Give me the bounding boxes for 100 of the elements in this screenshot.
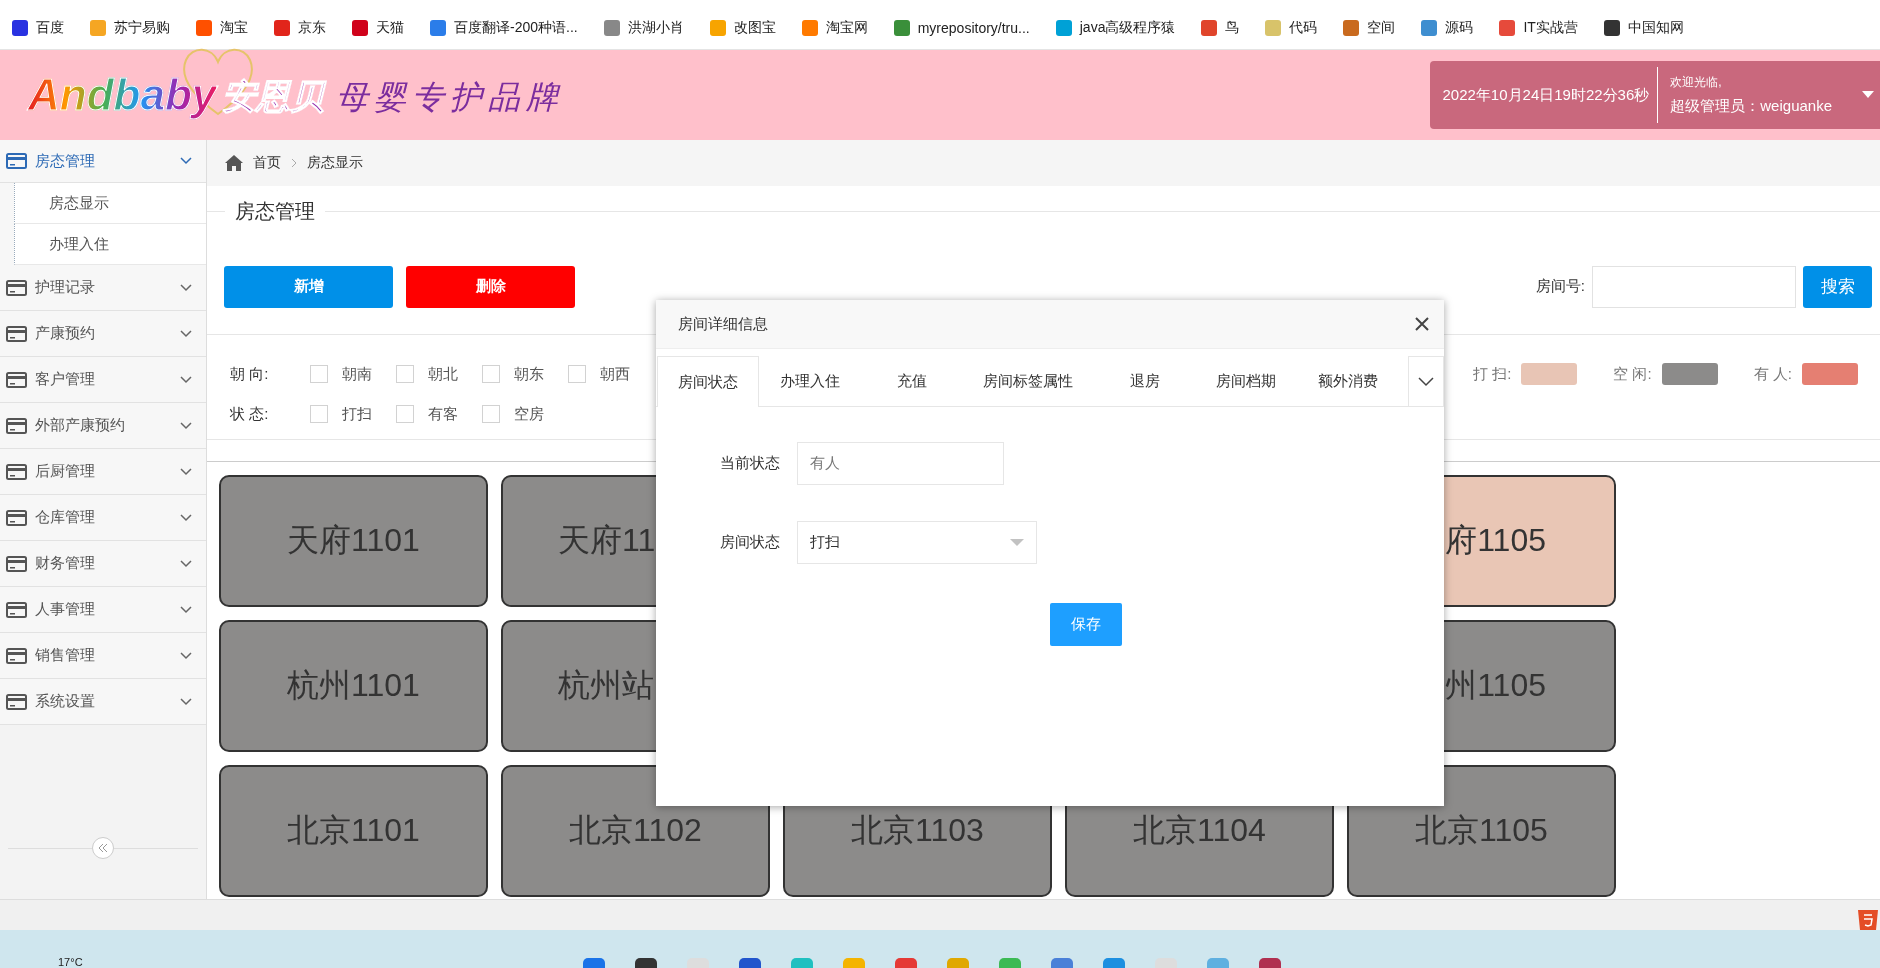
double-chevron-left-icon (98, 844, 108, 852)
sidebar-item[interactable]: 后厨管理 (0, 449, 206, 495)
room-tile[interactable]: 天府1101 (219, 475, 488, 607)
tab[interactable]: 充值 (861, 356, 962, 406)
sidebar-label: 后厨管理 (35, 462, 95, 481)
sidebar-item[interactable]: 系统设置 (0, 679, 206, 725)
sidebar-item[interactable]: 产康预约 (0, 311, 206, 357)
status-select[interactable]: 打扫 (797, 521, 1037, 564)
bookmark-link[interactable]: IT实战营 (1499, 18, 1578, 37)
page-title: 房态管理 (234, 198, 316, 224)
bookmark-link[interactable]: 淘宝网 (801, 18, 868, 37)
sidebar-item[interactable]: 客户管理 (0, 357, 206, 403)
legend-label: 打 扫: (1472, 364, 1512, 384)
datetime: 2022年10月24日19时22分36秒 (1442, 85, 1651, 105)
sidebar-label: 系统设置 (35, 692, 95, 711)
tab[interactable]: 房间标签属性 (962, 356, 1094, 406)
chevron-down-icon (180, 157, 192, 165)
sidebar-label: 人事管理 (35, 600, 95, 619)
sidebar-label: 仓库管理 (35, 508, 95, 527)
taskbar-app-icon[interactable] (738, 958, 761, 968)
card-icon (6, 601, 27, 618)
room-tile[interactable]: 北京1101 (219, 765, 488, 897)
sidebar-item[interactable]: 人事管理 (0, 587, 206, 633)
checkbox[interactable] (396, 365, 414, 383)
sidebar-item[interactable]: 销售管理 (0, 633, 206, 679)
checkbox-label[interactable]: 朝东 (514, 364, 544, 384)
caret-icon[interactable] (1862, 91, 1874, 99)
breadcrumb-current: 房态显示 (307, 154, 363, 172)
bookmark-link[interactable]: 源码 (1421, 18, 1474, 37)
sidebar-item[interactable]: 财务管理 (0, 541, 206, 587)
slogan: 母婴专护品牌 (336, 77, 565, 118)
checkbox[interactable] (310, 405, 328, 423)
bookmark-link[interactable]: 中国知网 (1603, 18, 1684, 37)
tab[interactable]: 房间档期 (1195, 356, 1297, 406)
dialog-title: 房间详细信息 (678, 314, 768, 334)
sidebar-subitem[interactable]: 房态显示 (14, 183, 206, 224)
bookmark-link[interactable]: java高级程序猿 (1055, 18, 1176, 37)
breadcrumb-link[interactable]: 首页 (253, 154, 281, 172)
checkbox-label[interactable]: 打扫 (342, 404, 372, 424)
checkbox-label[interactable]: 朝北 (428, 364, 458, 384)
taskbar-app-icon[interactable] (1258, 958, 1281, 968)
caret-down-icon (1010, 538, 1024, 547)
checkbox-label[interactable]: 有客 (428, 404, 458, 424)
card-icon (6, 463, 27, 480)
search-label: 房间号: (1535, 277, 1585, 296)
close-icon[interactable] (1414, 316, 1430, 332)
sidebar-label: 房态管理 (35, 151, 95, 171)
bookmark-link[interactable]: myrepository/tru... (893, 19, 1030, 36)
card-icon (6, 325, 27, 342)
shield-icon[interactable] (1856, 908, 1880, 930)
bookmark-link[interactable]: 京东 (274, 18, 326, 37)
chevron-down-icon (180, 513, 192, 522)
card-icon (6, 417, 27, 434)
tab[interactable]: 额外消费 (1297, 356, 1399, 406)
filter-label: 朝 向: (230, 364, 270, 384)
checkbox[interactable] (310, 365, 328, 383)
sidebar-label: 产康预约 (35, 324, 95, 343)
sidebar-item[interactable]: 仓库管理 (0, 495, 206, 541)
checkbox[interactable] (482, 405, 500, 423)
card-icon (6, 555, 27, 572)
checkbox[interactable] (482, 365, 500, 383)
bookmark-link[interactable]: 天猫 (352, 18, 404, 37)
chevron-down-icon (180, 329, 192, 338)
sidebar-subitem[interactable]: 办理入住 (14, 224, 206, 265)
checkbox-label[interactable]: 空房 (514, 404, 544, 424)
greeting: 欢迎光临, (1670, 74, 1723, 91)
current-status-field[interactable]: 有人 (797, 442, 1004, 485)
home-icon[interactable] (225, 155, 243, 171)
bookmark-link[interactable]: 淘宝 (196, 18, 248, 37)
bookmark-link[interactable]: 百度 (12, 18, 64, 37)
checkbox-label[interactable]: 朝西 (600, 364, 630, 384)
tab[interactable]: 办理入住 (759, 356, 861, 406)
chevron-down-icon (180, 605, 192, 614)
checkbox-label[interactable]: 朝南 (342, 364, 372, 384)
chevron-down-icon (180, 467, 192, 476)
more-tabs-button[interactable] (1408, 356, 1444, 406)
bookmark-link[interactable]: 鸟 (1201, 18, 1240, 37)
tab[interactable]: 退房 (1094, 356, 1195, 406)
room-number-field[interactable] (1592, 265, 1796, 308)
bookmark-link[interactable]: 空间 (1343, 18, 1396, 37)
checkbox[interactable] (568, 365, 586, 383)
taskbar-app-icon[interactable] (634, 958, 657, 968)
delete-button[interactable]: 删除 (406, 265, 575, 308)
sidebar-item[interactable]: 外部产康预约 (0, 403, 206, 449)
card-icon (6, 647, 27, 664)
bookmark-link[interactable]: 百度翻译-200种语... (430, 18, 578, 37)
sidebar-item[interactable]: 护理记录 (0, 265, 206, 311)
card-icon (6, 153, 27, 169)
tab[interactable]: 房间状态 (657, 356, 759, 407)
bookmark-link[interactable]: 苏宁易购 (90, 18, 170, 37)
collapse-button[interactable] (92, 837, 114, 859)
weather-text: 17°C (58, 956, 83, 968)
checkbox[interactable] (396, 405, 414, 423)
room-tile[interactable]: 杭州1101 (219, 620, 488, 752)
chevron-down-icon (180, 559, 192, 568)
bookmark-link[interactable]: 洪湖小肖 (603, 18, 684, 37)
user-name: 超级管理员：weiguanke (1670, 97, 1832, 116)
legend-label: 有 人: (1753, 364, 1792, 384)
bookmark-link[interactable]: 代码 (1265, 18, 1318, 37)
bookmark-link[interactable]: 改图宝 (709, 18, 776, 37)
